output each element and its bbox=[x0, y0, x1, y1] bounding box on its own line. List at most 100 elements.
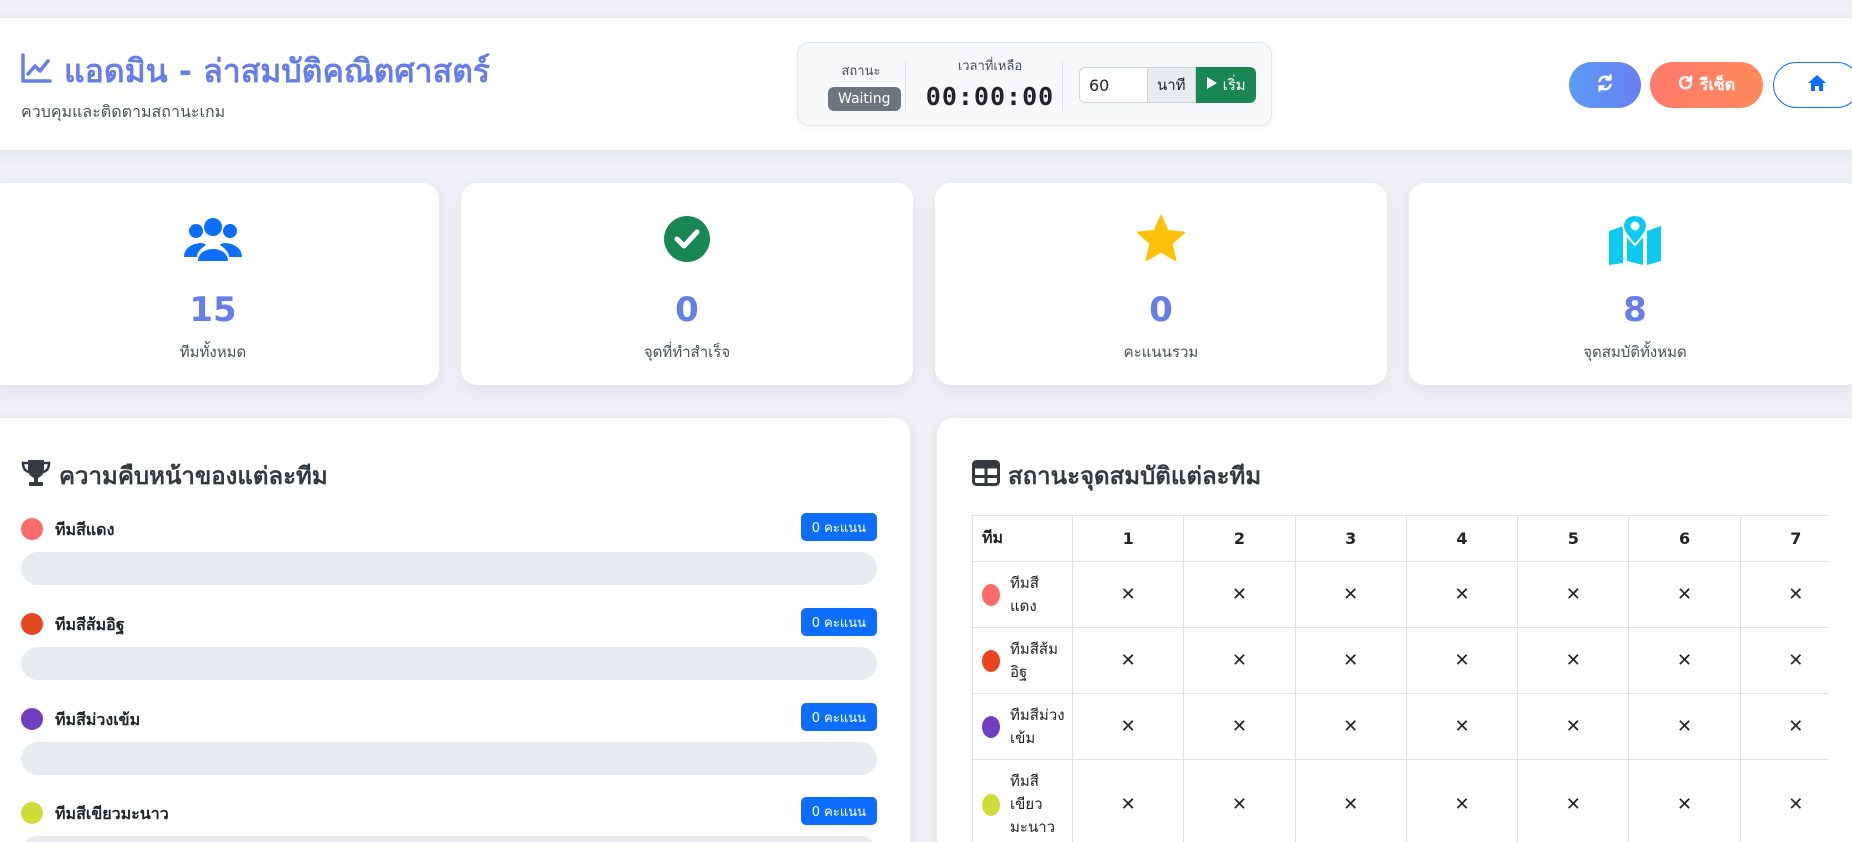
team-name: ทีมสีเขียวมะนาว bbox=[55, 804, 169, 823]
team-name: ทีมสีแดง bbox=[1010, 573, 1039, 615]
page-title: แอดมิน - ล่าสมบัติคณิตศาสตร์ bbox=[20, 46, 490, 97]
team-color-dot bbox=[21, 802, 43, 824]
reset-button[interactable]: รีเซ็ต bbox=[1650, 62, 1763, 108]
status-cell: ✕ bbox=[1739, 693, 1828, 760]
not-found-mark: ✕ bbox=[1231, 794, 1247, 815]
not-found-mark: ✕ bbox=[1677, 794, 1693, 815]
team-color-dot bbox=[21, 518, 43, 540]
map-marked-icon bbox=[1409, 215, 1852, 269]
status-cell: ✕ bbox=[1294, 759, 1407, 842]
status-cell: ✕ bbox=[1294, 627, 1407, 694]
table-row: ทีมสี เขียว มะนาว ✕ ✕ ✕ ✕ ✕ ✕ ✕ bbox=[972, 759, 1828, 842]
not-found-mark: ✕ bbox=[1343, 584, 1359, 605]
users-icon bbox=[0, 215, 439, 269]
status-cell: ✕ bbox=[1071, 627, 1185, 694]
column-header: 3 bbox=[1294, 515, 1407, 562]
time-remaining: เวลาที่เหลือ 00:00:00 bbox=[910, 55, 1070, 111]
page-title-text: แอดมิน - ล่าสมบัติคณิตศาสตร์ bbox=[64, 52, 491, 90]
status-cell: ✕ bbox=[1183, 693, 1296, 760]
team-name: ทีมสีม่วงเข้ม bbox=[1010, 705, 1065, 747]
not-found-mark: ✕ bbox=[1343, 794, 1359, 815]
not-found-mark: ✕ bbox=[1343, 650, 1359, 671]
time-remaining-label: เวลาที่เหลือ bbox=[957, 59, 1023, 74]
team-progress-title: ความคืบหน้าของแต่ละทีม bbox=[21, 456, 328, 495]
team-cell: ทีมสี แดง bbox=[972, 561, 1073, 628]
team-cell: ทีมสี เขียว มะนาว bbox=[972, 759, 1073, 842]
countdown-display: 00:00:00 bbox=[925, 82, 1055, 111]
not-found-mark: ✕ bbox=[1677, 716, 1693, 737]
status-badge: Waiting bbox=[828, 87, 901, 111]
status-cell: ✕ bbox=[1183, 627, 1296, 694]
redo-icon bbox=[1678, 75, 1694, 95]
not-found-mark: ✕ bbox=[1454, 794, 1470, 815]
status-cell: ✕ bbox=[1071, 693, 1185, 760]
column-header: 7 bbox=[1739, 515, 1828, 562]
stat-card-completed: 0 จุดที่ทำสำเร็จ bbox=[461, 183, 913, 385]
minutes-input[interactable] bbox=[1079, 67, 1147, 103]
team-cell: ทีมสีส้ม อิฐ bbox=[972, 627, 1073, 694]
timer-control-panel: สถานะ Waiting เวลาที่เหลือ 00:00:00 นาที… bbox=[797, 42, 1272, 126]
progress-bar bbox=[21, 647, 877, 680]
not-found-mark: ✕ bbox=[1677, 650, 1693, 671]
not-found-mark: ✕ bbox=[1677, 584, 1693, 605]
status-cell: ✕ bbox=[1183, 759, 1296, 842]
status-cell: ✕ bbox=[1628, 627, 1741, 694]
table-row: ทีมสีส้ม อิฐ ✕ ✕ ✕ ✕ ✕ ✕ ✕ bbox=[972, 627, 1828, 694]
team-progress-title-text: ความคืบหน้าของแต่ละทีม bbox=[59, 462, 328, 490]
column-header-team: ทีม bbox=[972, 515, 1073, 562]
status-cell: ✕ bbox=[1517, 759, 1630, 842]
table-icon bbox=[972, 459, 1000, 492]
status-cell: ✕ bbox=[1071, 759, 1185, 842]
score-badge: 0 คะแนน bbox=[800, 797, 877, 825]
column-header: 1 bbox=[1071, 515, 1185, 562]
team-color-dot bbox=[982, 715, 1000, 738]
not-found-mark: ✕ bbox=[1788, 794, 1804, 815]
status-cell: ✕ bbox=[1405, 627, 1519, 694]
divider bbox=[905, 61, 906, 111]
team-color-dot bbox=[982, 583, 1000, 606]
not-found-mark: ✕ bbox=[1788, 650, 1804, 671]
status-cell: ✕ bbox=[1628, 759, 1741, 842]
not-found-mark: ✕ bbox=[1120, 584, 1136, 605]
team-name: ทีมสีม่วงเข้ม bbox=[55, 710, 141, 729]
not-found-mark: ✕ bbox=[1565, 650, 1581, 671]
team-color-dot bbox=[982, 793, 1000, 816]
team-name: ทีมสีส้มอิฐ bbox=[55, 615, 125, 634]
score-badge: 0 คะแนน bbox=[800, 703, 877, 731]
not-found-mark: ✕ bbox=[1454, 650, 1470, 671]
score-badge: 0 คะแนน bbox=[800, 513, 877, 541]
progress-bar bbox=[21, 836, 877, 842]
stat-card-treasures: 8 จุดสมบัติทั้งหมด bbox=[1409, 183, 1852, 385]
start-timer-button[interactable]: เริ่ม bbox=[1195, 67, 1256, 103]
team-color-dot bbox=[21, 613, 43, 635]
trophy-icon bbox=[21, 459, 51, 493]
progress-bar bbox=[21, 742, 877, 775]
stat-card-score: 0 คะแนนรวม bbox=[935, 183, 1387, 385]
not-found-mark: ✕ bbox=[1454, 716, 1470, 737]
treasure-status-title-text: สถานะจุดสมบัติแต่ละทีม bbox=[1008, 462, 1262, 490]
refresh-button[interactable] bbox=[1569, 62, 1641, 108]
page-subtitle: ควบคุมและติดตามสถานะเกม bbox=[21, 102, 226, 121]
treasure-status-title: สถานะจุดสมบัติแต่ละทีม bbox=[972, 456, 1261, 495]
not-found-mark: ✕ bbox=[1120, 716, 1136, 737]
divider bbox=[1062, 61, 1063, 111]
not-found-mark: ✕ bbox=[1120, 650, 1136, 671]
status-cell: ✕ bbox=[1405, 693, 1519, 760]
team-color-dot bbox=[21, 708, 43, 730]
status-cell: ✕ bbox=[1405, 561, 1519, 628]
check-circle-icon bbox=[461, 215, 913, 269]
status-cell: ✕ bbox=[1628, 561, 1741, 628]
treasure-status-table-container[interactable]: ทีม 1 2 3 4 5 6 7 ทีมสี แดง ✕ ✕ ✕ ✕ ✕ ✕ … bbox=[972, 515, 1828, 842]
refresh-icon bbox=[1596, 74, 1614, 96]
status-cell: ✕ bbox=[1739, 561, 1828, 628]
not-found-mark: ✕ bbox=[1565, 584, 1581, 605]
stat-label: จุดสมบัติทั้งหมด bbox=[1583, 343, 1687, 361]
home-button[interactable] bbox=[1773, 62, 1852, 108]
timer-input-group: นาที เริ่ม bbox=[1079, 67, 1256, 103]
column-header: 5 bbox=[1517, 515, 1630, 562]
play-icon bbox=[1206, 76, 1218, 94]
team-name: ทีมสีแดง bbox=[55, 520, 115, 539]
not-found-mark: ✕ bbox=[1120, 794, 1136, 815]
team-color-dot bbox=[982, 649, 1000, 672]
stat-value: 0 bbox=[675, 290, 699, 330]
